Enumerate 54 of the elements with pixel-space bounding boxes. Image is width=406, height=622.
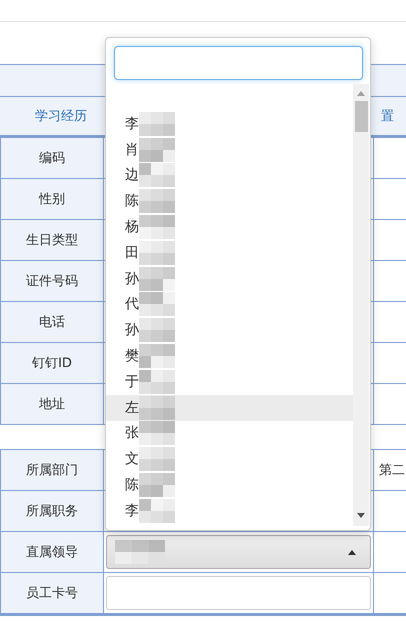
dropdown-option[interactable]: 陈	[106, 472, 353, 498]
field-label: 电话	[1, 302, 104, 343]
scrollbar-thumb[interactable]	[355, 101, 368, 132]
field-label: 性别	[1, 179, 104, 220]
redaction-mosaic	[139, 396, 175, 420]
dropdown-option[interactable]: 李	[106, 498, 353, 524]
search-field[interactable]	[114, 46, 363, 80]
field-label: 直属领导	[1, 532, 104, 573]
tab[interactable]: 置	[381, 107, 394, 125]
dropdown-option[interactable]: 张	[106, 420, 353, 446]
redaction-mosaic	[115, 540, 165, 564]
tab[interactable]: 学习经历	[35, 107, 87, 125]
field-label: 所属部门	[1, 450, 104, 491]
dropdown-option[interactable]: 田	[106, 240, 353, 266]
caret-icon	[348, 550, 356, 554]
dropdown-option[interactable]: 左	[106, 394, 353, 421]
field-label: 地址	[1, 384, 104, 425]
redaction-mosaic	[139, 138, 175, 162]
redaction-mosaic	[139, 370, 175, 394]
dropdown-option[interactable]: 孙	[106, 266, 353, 292]
redaction-mosaic	[139, 266, 175, 291]
scrollbar[interactable]	[353, 84, 369, 526]
dropdown-option[interactable]: 于	[106, 368, 353, 395]
scroll-down-icon	[357, 513, 365, 518]
redaction-mosaic	[139, 240, 175, 265]
redaction-mosaic	[139, 344, 175, 368]
redaction-mosaic	[139, 473, 175, 498]
dropdown-option[interactable]: 文	[106, 446, 353, 472]
field-label: 员工卡号	[1, 573, 104, 614]
dropdown-option[interactable]: 肖	[106, 136, 353, 163]
dropdown-option[interactable]: 陈	[106, 188, 353, 214]
dropdown-option[interactable]: 边	[106, 162, 353, 188]
cell-text: 第二	[374, 450, 406, 491]
redaction-mosaic	[139, 112, 175, 136]
redaction-mosaic	[139, 421, 175, 446]
field-label: 生日类型	[1, 220, 104, 261]
redaction-mosaic	[139, 292, 175, 316]
dropdown-option[interactable]: 李	[106, 111, 353, 137]
dropdown-option[interactable]: 孙	[106, 317, 353, 344]
field-label: 钉钉ID	[1, 343, 104, 384]
redaction-mosaic	[139, 215, 175, 240]
dropdown-option[interactable]: 樊	[106, 343, 353, 369]
field-label: 所属职务	[1, 491, 104, 532]
input-field[interactable]	[106, 576, 371, 610]
field-label: 证件号码	[1, 261, 104, 302]
redaction-mosaic	[139, 163, 175, 188]
redaction-mosaic	[139, 447, 175, 472]
select-field[interactable]	[106, 535, 371, 569]
redaction-mosaic	[139, 318, 175, 342]
field-label: 编码	[1, 138, 104, 179]
redaction-mosaic	[139, 189, 175, 214]
redaction-mosaic	[139, 498, 175, 523]
dropdown-option[interactable]: 代	[106, 292, 353, 318]
dropdown-option[interactable]: 杨	[106, 214, 353, 240]
